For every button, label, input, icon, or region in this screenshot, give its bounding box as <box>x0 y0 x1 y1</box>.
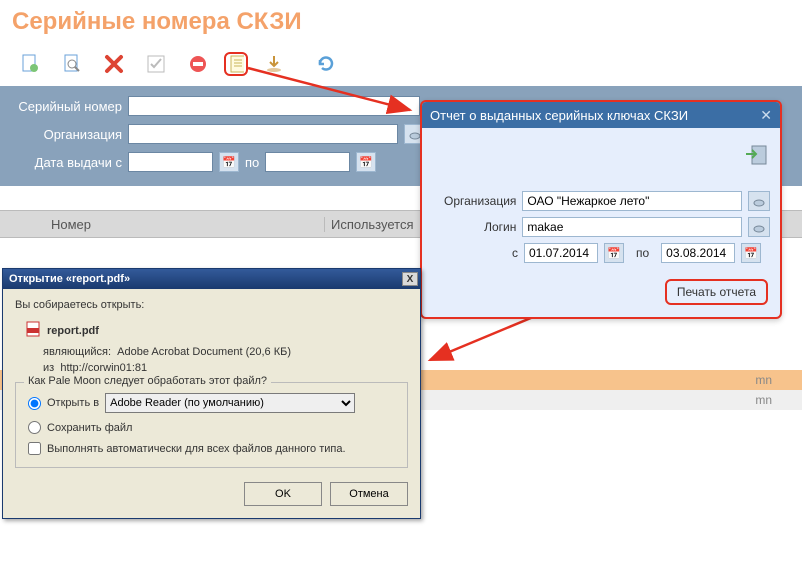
report-icon[interactable] <box>224 52 248 76</box>
block-icon[interactable] <box>186 52 210 76</box>
export-icon[interactable] <box>744 142 770 171</box>
kind-value: Adobe Acrobat Document (20,6 КБ) <box>117 346 291 358</box>
calendar-from-icon[interactable]: 📅 <box>219 152 239 172</box>
save-label: Сохранить файл <box>47 422 132 434</box>
report-login-lookup-icon[interactable] <box>748 217 770 237</box>
report-login-label: Логин <box>432 220 516 234</box>
open-file-titlebar[interactable]: Открытие «report.pdf» X <box>3 269 420 289</box>
search-icon[interactable] <box>60 52 84 76</box>
new-icon[interactable] <box>18 52 42 76</box>
serial-label: Серийный номер <box>12 99 122 114</box>
report-to-input[interactable] <box>661 243 735 263</box>
from-value: http://corwin01:81 <box>60 362 147 374</box>
download-icon[interactable] <box>262 52 286 76</box>
kind-label: являющийся: <box>43 346 111 358</box>
date-from-label: Дата выдачи с <box>12 155 122 170</box>
date-from-input[interactable] <box>128 152 213 172</box>
print-report-button[interactable]: Печать отчета <box>665 279 768 305</box>
report-to-label: по <box>630 246 655 260</box>
report-org-lookup-icon[interactable] <box>748 191 770 211</box>
pdf-icon <box>25 321 41 340</box>
date-to-input[interactable] <box>265 152 350 172</box>
save-radio[interactable] <box>28 421 41 434</box>
toolbar <box>0 48 802 86</box>
date-to-label: по <box>245 155 259 170</box>
open-file-title: Открытие «report.pdf» <box>9 273 130 285</box>
open-with-select[interactable]: Adobe Reader (по умолчанию) <box>105 393 355 413</box>
auto-checkbox[interactable] <box>28 442 41 455</box>
delete-icon[interactable] <box>102 52 126 76</box>
window-close-icon[interactable]: X <box>402 272 418 286</box>
col-number[interactable]: Номер <box>45 217 325 232</box>
row-login: mn <box>742 393 802 407</box>
report-dialog: Отчет о выданных серийных ключах СКЗИ ✕ … <box>420 100 782 319</box>
page-title: Серийные номера СКЗИ <box>0 0 802 48</box>
report-calendar-to-icon[interactable]: 📅 <box>741 243 761 263</box>
from-label: из <box>43 362 54 374</box>
report-login-input[interactable] <box>522 217 742 237</box>
auto-label: Выполнять автоматически для всех файлов … <box>47 443 346 455</box>
report-titlebar[interactable]: Отчет о выданных серийных ключах СКЗИ ✕ <box>422 102 780 128</box>
group-legend: Как Pale Moon следует обработать этот фа… <box>24 375 271 387</box>
org-label: Организация <box>12 127 122 142</box>
org-input[interactable] <box>128 124 398 144</box>
ok-button[interactable]: OK <box>244 482 322 506</box>
open-with-label: Открыть в <box>47 397 99 409</box>
cancel-button[interactable]: Отмена <box>330 482 408 506</box>
open-file-dialog: Открытие «report.pdf» X Вы собираетесь о… <box>2 268 421 519</box>
open-with-radio[interactable] <box>28 397 41 410</box>
report-from-input[interactable] <box>524 243 598 263</box>
report-org-label: Организация <box>432 194 516 208</box>
calendar-to-icon[interactable]: 📅 <box>356 152 376 172</box>
report-org-input[interactable] <box>522 191 742 211</box>
serial-input[interactable] <box>128 96 420 116</box>
close-icon[interactable]: ✕ <box>760 107 772 124</box>
check-icon[interactable] <box>144 52 168 76</box>
refresh-icon[interactable] <box>314 52 338 76</box>
open-file-line1: Вы собираетесь открыть: <box>15 299 408 311</box>
report-title: Отчет о выданных серийных ключах СКЗИ <box>430 108 688 123</box>
open-file-name: report.pdf <box>47 325 99 337</box>
report-from-label: с <box>432 246 518 260</box>
row-login: mn <box>742 373 802 387</box>
report-calendar-from-icon[interactable]: 📅 <box>604 243 624 263</box>
